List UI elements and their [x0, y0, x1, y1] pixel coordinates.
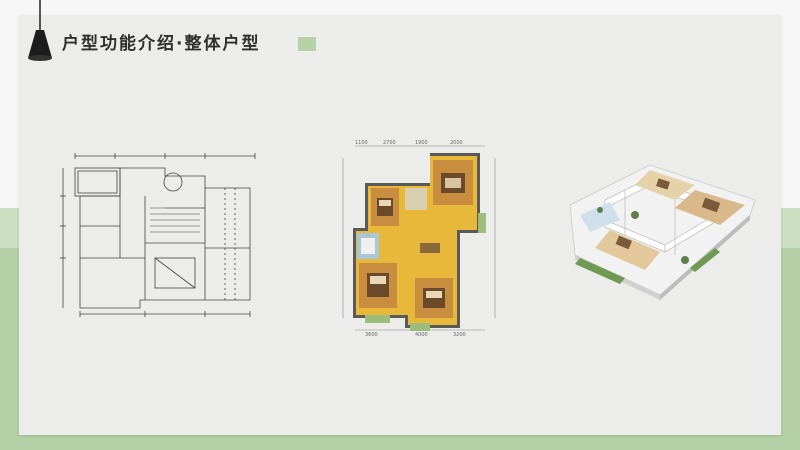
plan-dimension-top-3: 1900: [415, 140, 428, 146]
plan-dimension-top-2: 2700: [383, 140, 396, 146]
plan-dimension-bottom-1: 3600: [365, 332, 378, 338]
pendant-lamp-icon: [22, 0, 62, 70]
plan-dimension-top-4: 2000: [450, 140, 463, 146]
page-title: 户型功能介绍·整体户型: [62, 34, 261, 54]
colored-floor-plan: 1100 2700 1900 2000 3600 4000 3200: [335, 138, 515, 338]
3d-floor-plan: [565, 160, 765, 300]
plan-dimension-bottom-2: 4000: [415, 332, 428, 338]
plan-dimension-top-1: 1100: [355, 140, 368, 146]
plan-dimension-bottom-3: 3200: [453, 332, 466, 338]
cad-line-drawing: [55, 148, 270, 318]
title-accent-block: [298, 37, 316, 51]
